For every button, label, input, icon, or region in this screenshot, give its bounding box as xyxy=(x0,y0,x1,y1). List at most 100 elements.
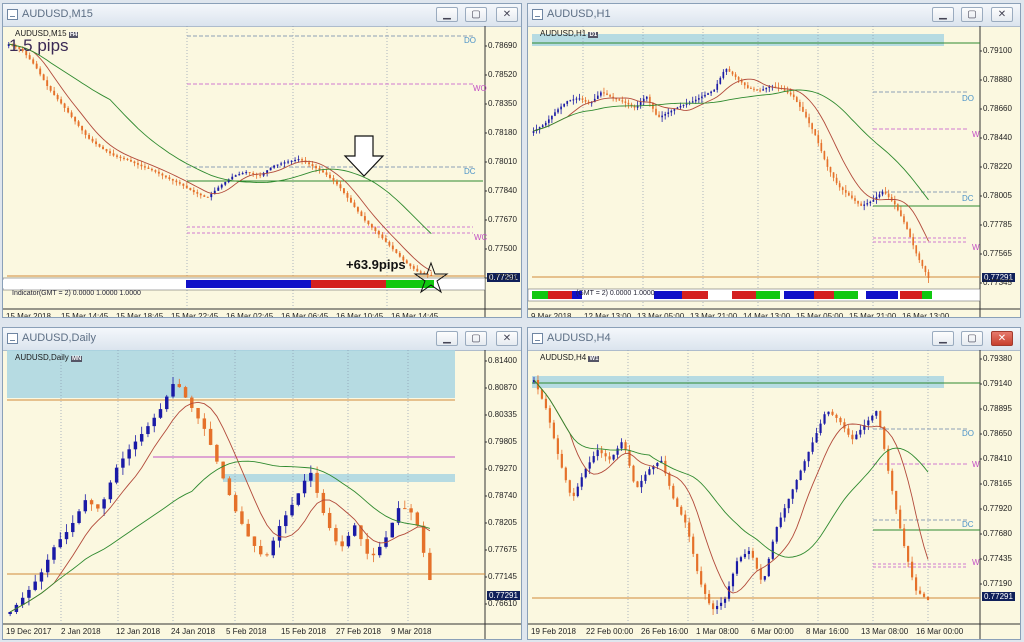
close-button[interactable]: ✕ xyxy=(991,7,1013,22)
candle-body xyxy=(872,199,875,202)
title-bar[interactable]: AUDUSD,Daily ▁ ▢ ✕ xyxy=(3,328,521,351)
candle-body xyxy=(63,103,66,108)
candle-body xyxy=(381,234,384,239)
time-tick-label: 27 Feb 2018 xyxy=(336,627,381,636)
candle-body xyxy=(77,121,80,126)
candle-body xyxy=(576,486,579,497)
candle-body xyxy=(658,114,660,118)
candle-body xyxy=(217,187,220,191)
candle-body xyxy=(711,603,715,610)
candle-body xyxy=(360,211,363,217)
maximize-button[interactable]: ▢ xyxy=(961,7,983,22)
chart-area[interactable]: AUDUSD,Daily MN 0.77291 0.81400 0.80870 0.… xyxy=(3,350,521,639)
chart-window-h4[interactable]: AUDUSD,H4 ▁ ▢ ✕ AUDUSD,H4 W1 DO W DC W 0… xyxy=(527,327,1021,640)
candle-body xyxy=(914,577,918,591)
candle-body xyxy=(284,515,288,527)
candle-body xyxy=(715,605,719,610)
candle-body xyxy=(215,444,219,462)
title-bar[interactable]: AUDUSD,H4 ▁ ▢ ✕ xyxy=(528,328,1020,351)
chart-window-daily[interactable]: AUDUSD,Daily ▁ ▢ ✕ AUDUSD,Daily MN 0.772… xyxy=(2,327,522,640)
candle-body xyxy=(127,449,131,459)
minimize-button[interactable]: ▁ xyxy=(436,331,458,346)
level-dc: DC xyxy=(962,520,974,529)
chart-area[interactable]: AUDUSD,H1 D1 DO W DC W (GMT = 2) 0.0000 … xyxy=(528,26,1020,317)
candle-body xyxy=(227,478,232,496)
candle-body xyxy=(750,87,752,89)
candle-body xyxy=(367,220,370,225)
candle-body xyxy=(88,134,91,139)
candle-body xyxy=(859,429,862,435)
minimize-button[interactable]: ▁ xyxy=(932,331,954,346)
candle-body xyxy=(596,95,599,99)
candle-body xyxy=(556,438,559,454)
candle-body xyxy=(866,203,869,205)
candle-body xyxy=(541,125,544,128)
chart-area[interactable]: AUDUSD,M15 H4 1.5 pips +63.9pips DO WO D… xyxy=(3,26,521,317)
candle-body xyxy=(921,260,924,267)
indicator-block xyxy=(311,280,386,288)
candle-body xyxy=(280,163,283,165)
maximize-button[interactable]: ▢ xyxy=(465,7,487,22)
sma-fast-line xyxy=(533,78,929,242)
chart-window-m15[interactable]: AUDUSD,M15 ▁ ▢ ✕ AUDUSD,M15 H4 1.5 pips … xyxy=(2,3,522,318)
candle-body xyxy=(560,453,563,468)
chart-area[interactable]: AUDUSD,H4 W1 DO W DC W 0.77291 0.79380 0.… xyxy=(528,350,1020,639)
candle-body xyxy=(909,229,911,238)
price-tick-label: 0.77435 xyxy=(983,554,1012,563)
candle-body xyxy=(301,159,304,161)
maximize-button[interactable]: ▢ xyxy=(961,331,983,346)
gain-label: +63.9pips xyxy=(346,257,406,272)
candle-body xyxy=(116,155,118,157)
candle-body xyxy=(584,468,587,478)
time-tick-label: 15 Mar 18:45 xyxy=(116,312,164,318)
time-tick-label: 15 Feb 2018 xyxy=(281,627,326,636)
candle-body xyxy=(363,216,366,221)
candle-body xyxy=(645,96,648,99)
close-button[interactable]: ✕ xyxy=(496,7,518,22)
candle-body xyxy=(311,164,314,167)
candle-body xyxy=(569,100,572,102)
time-tick-label: 1 Mar 08:00 xyxy=(696,627,739,636)
candle-body xyxy=(672,485,675,499)
title-bar[interactable]: AUDUSD,H1 ▁ ▢ ✕ xyxy=(528,4,1020,27)
candle-body xyxy=(881,191,884,195)
indicator-label: (GMT = 2) 0.0000 1.0000 xyxy=(576,290,655,297)
candle-body xyxy=(746,85,749,88)
candle-body xyxy=(544,398,548,409)
chart-icon xyxy=(532,9,543,20)
candle-body xyxy=(165,396,169,410)
candle-body xyxy=(370,224,373,228)
candle-body xyxy=(91,138,94,142)
title-bar[interactable]: AUDUSD,M15 ▁ ▢ ✕ xyxy=(3,4,521,27)
candle-body xyxy=(826,159,829,167)
candle-body xyxy=(835,177,838,184)
candle-body xyxy=(668,473,671,486)
window-title: AUDUSD,Daily xyxy=(22,332,96,344)
candle-body xyxy=(725,68,728,72)
close-button[interactable]: ✕ xyxy=(991,331,1013,346)
candle-body xyxy=(259,175,262,177)
maximize-button[interactable]: ▢ xyxy=(465,331,487,346)
chart-window-h1[interactable]: AUDUSD,H1 ▁ ▢ ✕ AUDUSD,H1 D1 DO W DC W (… xyxy=(527,3,1021,318)
candle-body xyxy=(735,561,739,574)
time-tick-label: 5 Feb 2018 xyxy=(226,627,267,636)
candle-body xyxy=(182,183,185,186)
candle-body xyxy=(258,545,263,555)
spread-pips-label: 1.5 pips xyxy=(9,36,69,55)
time-tick-label: 12 Jan 2018 xyxy=(116,627,161,636)
close-button[interactable]: ✕ xyxy=(496,331,518,346)
candle-body xyxy=(857,200,859,204)
minimize-button[interactable]: ▁ xyxy=(932,7,954,22)
level-dc: DC xyxy=(962,194,974,203)
down-arrow-icon xyxy=(343,135,385,177)
minimize-button[interactable]: ▁ xyxy=(436,7,458,22)
price-tick-label: 0.77330 xyxy=(488,273,517,282)
candle-body xyxy=(609,95,611,97)
candle-body xyxy=(696,553,699,572)
candle-body xyxy=(771,541,774,559)
indicator-block xyxy=(834,291,858,299)
candle-body xyxy=(146,426,150,435)
candle-body xyxy=(245,172,248,174)
candle-body xyxy=(799,470,802,480)
price-tick-label: 0.78165 xyxy=(983,479,1012,488)
